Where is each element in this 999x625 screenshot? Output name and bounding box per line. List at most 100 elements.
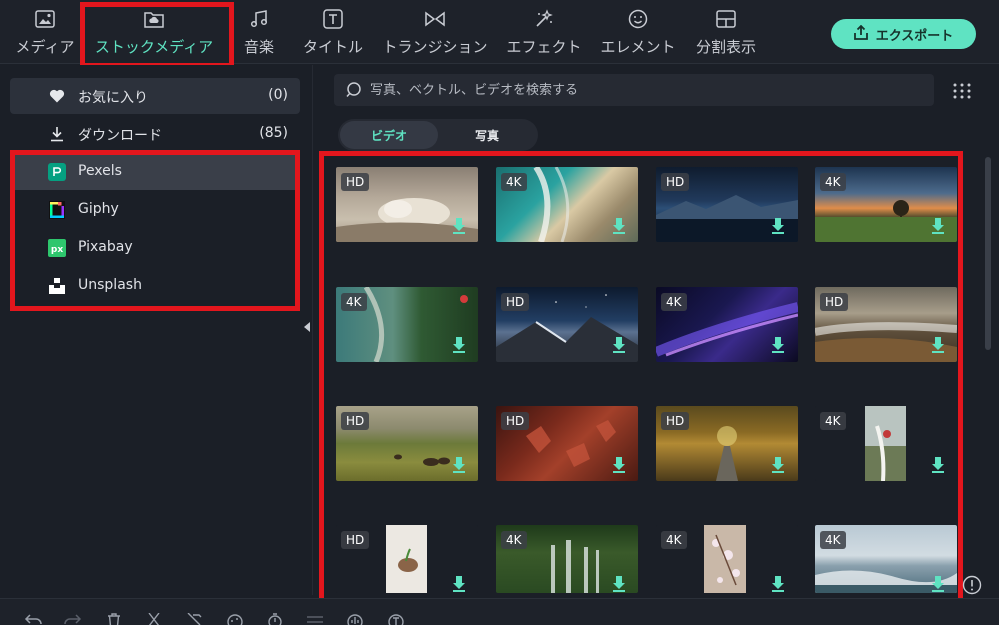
text-icon (322, 8, 344, 30)
info-icon[interactable] (962, 575, 982, 595)
tab-transition[interactable]: トランジション (382, 8, 488, 60)
pixabay-logo-icon: px (48, 239, 66, 257)
giphy-logo-icon (48, 201, 66, 219)
quality-badge: HD (501, 293, 530, 311)
quality-badge: 4K (661, 531, 687, 549)
quality-badge: HD (341, 531, 370, 549)
sidebar: お気に入り (0) ダウンロード (85) Pexels Giphy px Pi… (0, 65, 313, 595)
export-icon (853, 24, 868, 44)
quality-badge: HD (341, 173, 370, 191)
trash-icon[interactable] (105, 613, 123, 625)
scissors-icon[interactable] (145, 613, 163, 625)
tab-label: エレメント (600, 38, 676, 56)
quality-badge: 4K (501, 531, 527, 549)
media-type-toggle: ビデオ 写真 (338, 119, 538, 151)
search-bar (334, 74, 934, 106)
tab-label: ストックメディア (94, 38, 214, 56)
download-icon[interactable] (612, 457, 626, 473)
download-icon[interactable] (771, 576, 785, 592)
sidebar-item-giphy[interactable]: Giphy (10, 192, 300, 228)
smiley-icon (627, 8, 649, 30)
download-icon[interactable] (771, 337, 785, 353)
tab-label: メディア (15, 38, 75, 56)
download-icon[interactable] (931, 337, 945, 353)
download-icon (48, 125, 66, 143)
download-icon[interactable] (452, 337, 466, 353)
download-icon[interactable] (452, 218, 466, 234)
quality-badge: 4K (820, 412, 846, 430)
download-icon[interactable] (452, 576, 466, 592)
download-icon[interactable] (612, 218, 626, 234)
sidebar-item-label: Pexels (78, 163, 122, 179)
quality-badge: 4K (501, 173, 527, 191)
download-icon[interactable] (931, 576, 945, 592)
image-icon (34, 8, 56, 30)
sidebar-item-pixabay[interactable]: px Pixabay (10, 230, 300, 266)
download-icon[interactable] (931, 218, 945, 234)
quality-badge: HD (661, 173, 690, 191)
sidebar-item-count: (85) (259, 125, 288, 141)
redo-icon[interactable] (64, 613, 82, 625)
cloud-folder-icon (143, 8, 165, 30)
download-icon[interactable] (771, 457, 785, 473)
search-input[interactable] (370, 76, 930, 104)
scrollbar[interactable] (985, 157, 991, 350)
transition-icon (424, 8, 446, 30)
quality-badge: HD (661, 412, 690, 430)
sidebar-item-favorites[interactable]: お気に入り (0) (10, 78, 300, 114)
export-button[interactable]: エクスポート (831, 19, 976, 49)
download-icon[interactable] (612, 337, 626, 353)
tab-media[interactable]: メディア (14, 8, 76, 60)
tab-label: 分割表示 (695, 38, 756, 56)
quality-badge: 4K (341, 293, 367, 311)
toggle-video[interactable]: ビデオ (340, 121, 438, 149)
quality-badge: 4K (661, 293, 687, 311)
download-icon[interactable] (931, 457, 945, 473)
tab-split-screen[interactable]: 分割表示 (694, 8, 758, 60)
bottom-toolbar (0, 598, 999, 625)
text-to-speech-icon[interactable] (387, 613, 405, 625)
sidebar-item-label: Unsplash (78, 277, 142, 293)
sidebar-item-label: Giphy (78, 201, 119, 217)
audio-waveform-icon[interactable] (346, 613, 364, 625)
collapse-sidebar-arrow-icon[interactable] (304, 322, 310, 332)
sidebar-item-label: お気に入り (78, 90, 148, 106)
magic-wand-icon (533, 8, 555, 30)
sidebar-item-unsplash[interactable]: Unsplash (10, 268, 300, 304)
heart-icon (48, 87, 66, 105)
tab-music[interactable]: 音楽 (242, 8, 276, 60)
adjust-icon[interactable] (306, 613, 324, 625)
quality-badge: HD (820, 293, 849, 311)
grid-view-icon[interactable] (952, 82, 972, 100)
tab-label: 音楽 (243, 38, 274, 56)
sidebar-item-label: ダウンロード (78, 128, 162, 144)
undo-icon[interactable] (24, 613, 42, 625)
pexels-logo-icon (48, 163, 66, 181)
split-screen-icon (715, 8, 737, 30)
music-note-icon (248, 8, 270, 30)
tab-stock-media[interactable]: ストックメディア (92, 8, 216, 60)
quality-badge: HD (501, 412, 530, 430)
quality-badge: 4K (820, 531, 846, 549)
tab-label: トランジション (382, 38, 488, 56)
crop-icon[interactable] (185, 613, 203, 625)
speed-timer-icon[interactable] (266, 613, 284, 625)
search-icon (346, 82, 361, 98)
quality-badge: HD (341, 412, 370, 430)
download-icon[interactable] (612, 576, 626, 592)
color-icon[interactable] (226, 613, 244, 625)
tab-label: タイトル (302, 38, 363, 56)
toggle-photo[interactable]: 写真 (438, 121, 536, 149)
tab-title[interactable]: タイトル (302, 8, 364, 60)
export-label: エクスポート (875, 28, 954, 44)
sidebar-item-pexels[interactable]: Pexels (10, 154, 300, 190)
tab-effect[interactable]: エフェクト (506, 8, 582, 60)
sidebar-item-count: (0) (268, 87, 288, 103)
tab-element[interactable]: エレメント (600, 8, 676, 60)
download-icon[interactable] (452, 457, 466, 473)
sidebar-item-downloads[interactable]: ダウンロード (85) (10, 116, 300, 152)
sidebar-item-label: Pixabay (78, 239, 133, 255)
quality-badge: 4K (820, 173, 846, 191)
download-icon[interactable] (771, 218, 785, 234)
top-toolbar: メディア ストックメディア 音楽 タイトル トランジション エフェクト エレメン… (0, 0, 999, 64)
